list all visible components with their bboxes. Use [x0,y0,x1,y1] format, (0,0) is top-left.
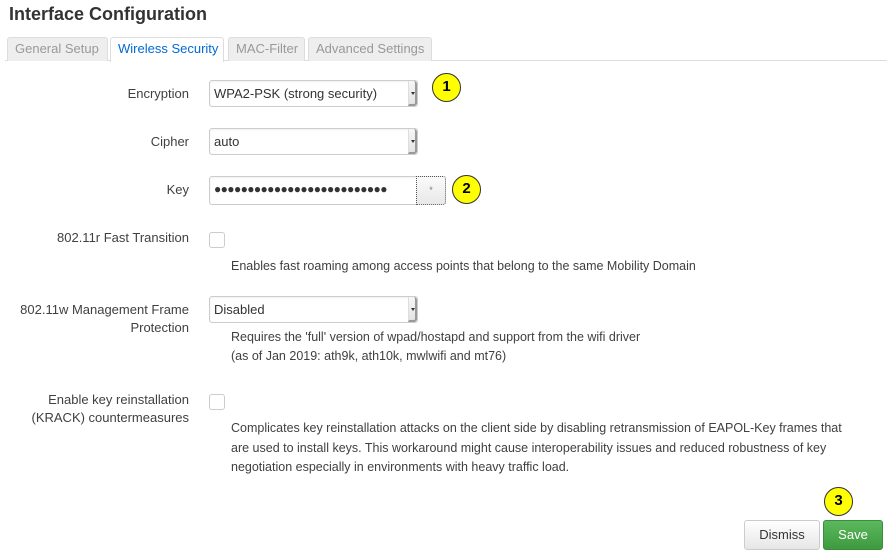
tab-general-setup[interactable]: General Setup [7,37,108,61]
mgmt-frame-description-line1: Requires the 'full' version of wpad/host… [231,330,641,344]
asterisk-icon: * [429,185,433,195]
page-title: Interface Configuration [9,4,208,24]
reveal-password-button[interactable]: * [416,176,446,205]
mgmt-frame-label-line2: Protection [130,320,189,335]
mgmt-frame-label: 802.11w Management Frame Protection [20,301,189,337]
encryption-select[interactable]: WPA2-PSK (strong security) [209,80,418,107]
tab-mac-filter[interactable]: MAC-Filter [228,37,305,61]
encryption-label: Encryption [127,86,189,101]
tab-bar: General Setup Wireless Security MAC-Filt… [5,37,887,62]
mgmt-frame-value: Disabled [214,302,265,317]
chevron-down-icon [408,297,417,322]
cipher-value: auto [214,134,240,149]
chevron-down-icon [408,129,417,154]
fast-transition-description: Enables fast roaming among access points… [231,259,696,273]
krack-description: Complicates key reinstallation attacks o… [231,419,842,478]
krack-description-line2: are used to install keys. This workaroun… [231,440,827,455]
krack-checkbox[interactable] [209,394,225,410]
save-button[interactable]: Save [823,520,883,550]
annotation-badge-2: 2 [452,175,481,204]
key-label: Key [166,182,189,197]
annotation-badge-1: 1 [432,73,461,102]
mgmt-frame-select[interactable]: Disabled [209,296,418,323]
cipher-select[interactable]: auto [209,128,418,155]
krack-label-line2: (KRACK) countermeasures [31,410,190,425]
interface-configuration-page: Interface Configuration General Setup Wi… [0,0,889,556]
mgmt-frame-description: Requires the 'full' version of wpad/host… [231,328,640,366]
key-input[interactable]: ●●●●●●●●●●●●●●●●●●●●●●●●●● [209,176,417,205]
annotation-badge-3: 3 [824,487,853,516]
tab-wireless-security[interactable]: Wireless Security [110,37,224,62]
krack-description-line1: Complicates key reinstallation attacks o… [231,421,842,435]
cipher-label: Cipher [150,134,189,149]
fast-transition-checkbox[interactable] [209,232,225,248]
encryption-value: WPA2-PSK (strong security) [214,86,378,101]
fast-transition-label: 802.11r Fast Transition [57,230,189,245]
tab-advanced-settings[interactable]: Advanced Settings [308,37,432,61]
chevron-down-icon [408,81,417,106]
krack-description-line3: negotiation especially in environments w… [231,460,570,474]
krack-label-line1: Enable key reinstallation [48,392,189,407]
krack-label: Enable key reinstallation (KRACK) counte… [32,391,190,427]
dismiss-button[interactable]: Dismiss [744,520,820,550]
mgmt-frame-description-line2: (as of Jan 2019: ath9k, ath10k, mwlwifi … [231,349,507,363]
mgmt-frame-label-line1: 802.11w Management Frame [20,302,189,317]
